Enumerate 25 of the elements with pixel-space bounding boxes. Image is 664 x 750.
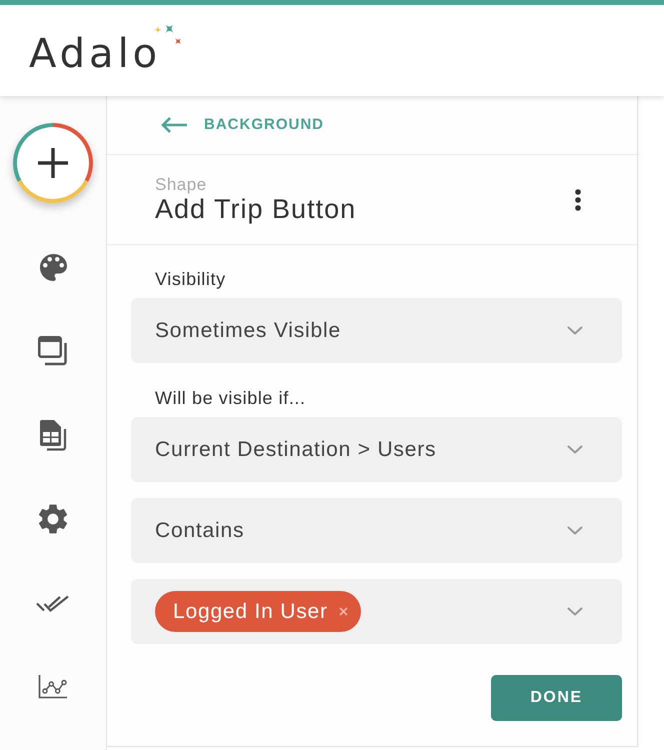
- field-label: Will be visible if...: [155, 388, 306, 408]
- element-title: Add Trip Button: [155, 194, 356, 224]
- field-label: Visibility: [155, 269, 226, 289]
- double-check-icon[interactable]: [36, 594, 70, 612]
- palette-icon[interactable]: [40, 254, 66, 280]
- more-vertical-icon[interactable]: [575, 188, 581, 210]
- plus-icon: [38, 148, 68, 178]
- settings-icon[interactable]: [38, 504, 68, 534]
- chevron-down-icon: [567, 526, 583, 535]
- dropdown[interactable]: Sometimes Visible: [131, 298, 622, 363]
- table-document-icon[interactable]: [39, 419, 67, 451]
- logo-wordmark[interactable]: Adalo: [29, 34, 162, 74]
- dropdown[interactable]: Contains: [131, 498, 622, 563]
- back-arrow-icon: [160, 116, 188, 134]
- chevron-down-icon: [567, 326, 583, 335]
- tag-label: Logged In User: [173, 598, 328, 625]
- line-chart-icon[interactable]: [38, 675, 68, 699]
- dropdown[interactable]: Current Destination > Users: [131, 417, 622, 482]
- chevron-down-icon: [567, 607, 583, 616]
- element-type: Shape: [155, 175, 207, 194]
- dropdown[interactable]: Logged In User: [131, 579, 622, 644]
- done-button[interactable]: DONE: [491, 675, 622, 721]
- chevron-down-icon: [567, 445, 583, 454]
- stacked-windows-icon[interactable]: [38, 336, 68, 366]
- add-button[interactable]: [13, 123, 93, 203]
